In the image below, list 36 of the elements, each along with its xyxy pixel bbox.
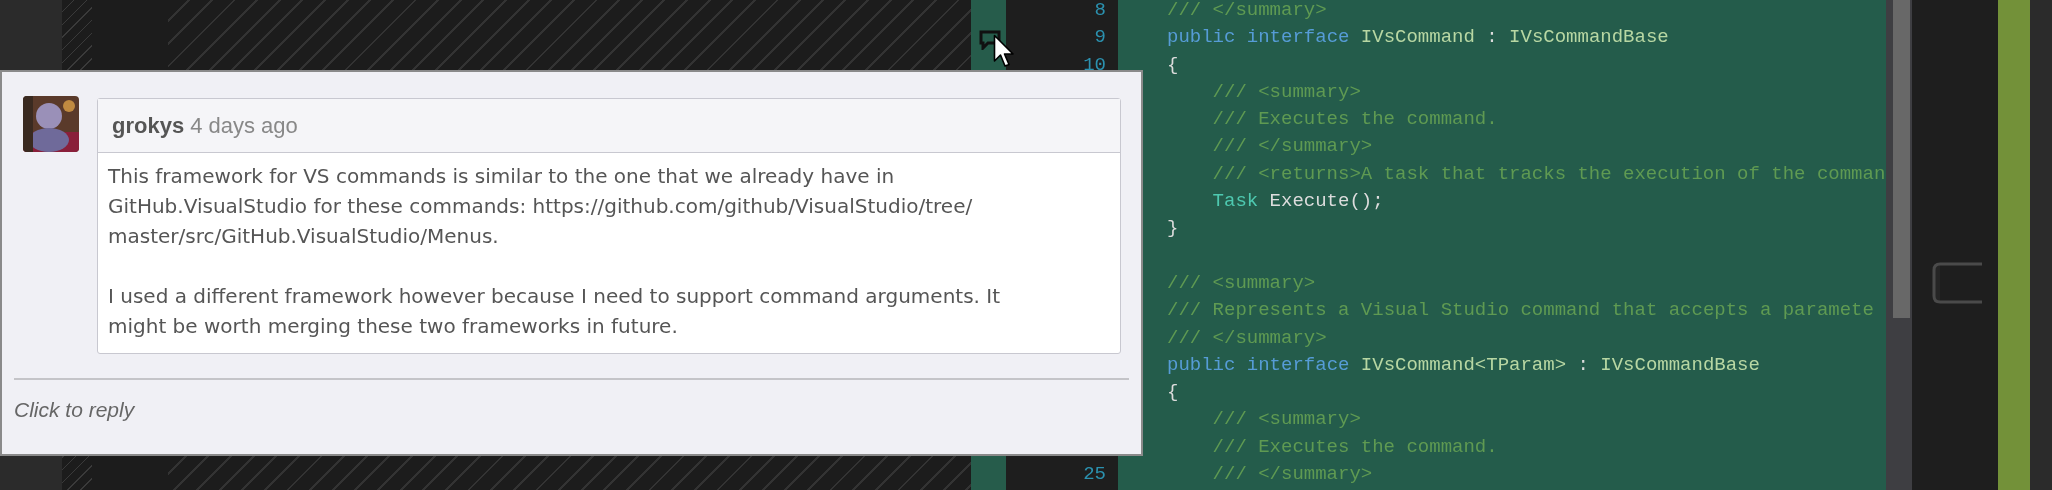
code-token: :: [1485, 26, 1499, 49]
code-comment: /// </summary>: [1167, 326, 1327, 349]
code-token: Task: [1212, 190, 1259, 213]
code-token: {: [1167, 53, 1179, 76]
code-comment: /// Executes the command.: [1212, 108, 1498, 131]
code-comment: /// </summary>: [1212, 463, 1373, 486]
code-comment: /// <summary>: [1212, 408, 1361, 431]
code-comment: /// <summary>: [1212, 80, 1361, 103]
comment-paragraph: I used a different framework however because I need to support command arguments. It might be worth merging these two frameworks in future.: [108, 283, 1002, 340]
mouse-pointer-icon: [993, 34, 1015, 69]
code-token: IVsCommandBase: [1509, 26, 1669, 49]
scrollbar-thumb[interactable]: [1893, 0, 1910, 318]
code-comment: /// Represents a Visual Studio command that accepts a paramete: [1167, 299, 1874, 322]
comment-time: 4 days ago: [190, 112, 298, 140]
code-comment: /// </summary>: [1167, 0, 1327, 21]
line-number: 10: [1083, 53, 1106, 76]
code-token: IVsCommand<TParam>: [1360, 353, 1567, 376]
code-comment: /// <summary>: [1167, 271, 1316, 294]
line-number: 8: [1094, 0, 1106, 21]
code-comment: /// </summary>: [1212, 135, 1373, 158]
code-token: Execute();: [1268, 190, 1384, 213]
code-token: public interface: [1167, 353, 1351, 376]
reply-field[interactable]: Click to reply: [14, 398, 135, 421]
line-number: 9: [1094, 26, 1106, 49]
code-comment: /// <returns>A task that tracks the execution of the comman: [1212, 162, 1886, 185]
code-token: IVsCommand: [1360, 26, 1475, 49]
comment-author: grokys: [112, 112, 185, 140]
code-token: public interface: [1167, 26, 1351, 49]
minimap-marker: [1932, 262, 1984, 304]
code-token: :: [1576, 353, 1590, 376]
code-token: }: [1167, 217, 1179, 240]
comment-paragraph: This framework for VS commands is similar to the one that we already have in GitHub.VisualStudio for these commands: https://github.com/github/VisualStudio/tree/ master/src/GitHub.VisualStudio/Menus.: [108, 163, 974, 250]
code-comment: /// Executes the command.: [1212, 435, 1498, 458]
line-number: 25: [1083, 463, 1106, 486]
code-token: IVsCommandBase: [1600, 353, 1760, 376]
code-token: {: [1167, 381, 1179, 404]
